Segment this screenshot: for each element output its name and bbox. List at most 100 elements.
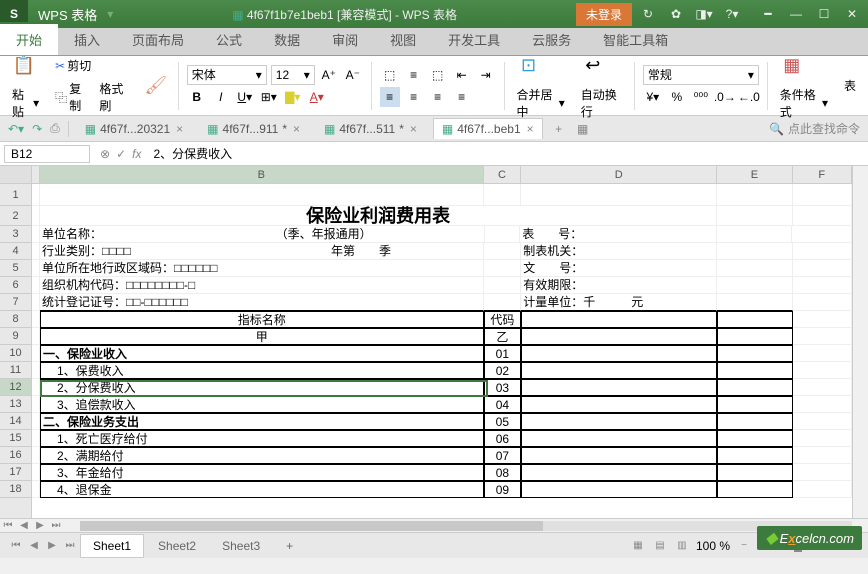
- scroll-right[interactable]: ▶: [32, 518, 48, 534]
- select-all-corner[interactable]: [0, 166, 31, 184]
- align-bot-button[interactable]: ⬚: [428, 65, 448, 85]
- tab-data[interactable]: 数据: [258, 24, 316, 55]
- doc-tab-1[interactable]: ▦4f67f...911 *×: [199, 119, 308, 139]
- sheet-nav-last[interactable]: ⏭: [62, 538, 78, 554]
- minimize-button[interactable]: —: [784, 4, 808, 24]
- tab-insert[interactable]: 插入: [58, 24, 116, 55]
- col-header[interactable]: C: [484, 166, 522, 183]
- fill-button[interactable]: ▇▾: [283, 87, 303, 107]
- row-header[interactable]: 3: [0, 226, 31, 243]
- fx-cancel[interactable]: ⊗: [100, 147, 110, 161]
- row-header[interactable]: 16: [0, 447, 31, 464]
- ribbon-min-icon[interactable]: ━: [756, 4, 780, 24]
- align-top-button[interactable]: ⬚: [380, 65, 400, 85]
- more-ribbon[interactable]: 表: [840, 75, 860, 96]
- col-header[interactable]: B: [40, 166, 484, 183]
- formula-input[interactable]: 2、分保费收入: [147, 145, 868, 162]
- row-header[interactable]: 6: [0, 277, 31, 294]
- row-header[interactable]: 17: [0, 464, 31, 481]
- settings-icon[interactable]: ✿: [664, 4, 688, 24]
- paste-button[interactable]: 粘贴▾: [8, 84, 43, 122]
- format-painter-button[interactable]: 格式刷: [95, 78, 133, 116]
- vertical-scrollbar[interactable]: [852, 166, 868, 518]
- size-select[interactable]: 12▾: [271, 65, 315, 85]
- quick-access-save[interactable]: ⎙: [50, 121, 60, 136]
- new-tab-button[interactable]: +: [551, 122, 567, 136]
- sheet-nav-first[interactable]: ⏮: [8, 538, 24, 554]
- fx-confirm[interactable]: ✓: [116, 147, 126, 161]
- tab-dev[interactable]: 开发工具: [432, 24, 516, 55]
- close-icon[interactable]: ×: [293, 122, 300, 136]
- number-format-select[interactable]: 常规▾: [643, 65, 759, 85]
- fx-button[interactable]: fx: [132, 147, 141, 161]
- row-header[interactable]: 5: [0, 260, 31, 277]
- currency-button[interactable]: ¥▾: [643, 87, 663, 107]
- border-button[interactable]: ⊞▾: [259, 87, 279, 107]
- merge-button[interactable]: 合并居中▾: [513, 84, 569, 122]
- align-left-button[interactable]: ≡: [380, 87, 400, 107]
- cut-button[interactable]: ✂剪切: [51, 55, 134, 76]
- col-header[interactable]: E: [717, 166, 792, 183]
- indent-inc-button[interactable]: ⇥: [476, 65, 496, 85]
- align-right-button[interactable]: ≡: [428, 87, 448, 107]
- sheet-add-button[interactable]: +: [274, 535, 305, 557]
- zoom-level[interactable]: 100 %: [696, 539, 730, 553]
- doc-tab-2[interactable]: ▦4f67f...511 *×: [316, 119, 425, 139]
- row-header[interactable]: 18: [0, 481, 31, 498]
- paste-icon[interactable]: 📋: [8, 50, 40, 82]
- col-header[interactable]: [32, 166, 40, 183]
- indent-dec-button[interactable]: ⇤: [452, 65, 472, 85]
- row-header[interactable]: 9: [0, 328, 31, 345]
- align-mid-button[interactable]: ≡: [404, 65, 424, 85]
- sheet-tab-0[interactable]: Sheet1: [80, 534, 144, 558]
- bold-button[interactable]: B: [187, 87, 207, 107]
- tab-view[interactable]: 视图: [374, 24, 432, 55]
- scroll-first[interactable]: ⏮: [0, 518, 16, 534]
- doc-tab-0[interactable]: ▦4f67f...20321×: [77, 119, 191, 139]
- close-icon[interactable]: ×: [410, 122, 417, 136]
- underline-button[interactable]: U▾: [235, 87, 255, 107]
- tab-layout[interactable]: 页面布局: [116, 24, 200, 55]
- comma-button[interactable]: ⁰⁰⁰: [691, 87, 711, 107]
- format-painter-icon[interactable]: 🖌: [142, 70, 170, 102]
- row-header[interactable]: 4: [0, 243, 31, 260]
- cond-fmt-icon[interactable]: ▦: [776, 50, 808, 82]
- sync-icon[interactable]: ↻: [636, 4, 660, 24]
- view-break-icon[interactable]: ▥: [674, 538, 690, 554]
- row-header[interactable]: 2: [0, 206, 31, 226]
- cells[interactable]: 保险业利润费用表 单位名称：（季、年报通用）表 号： 行业类别：□□□□年第 季…: [32, 184, 852, 498]
- dec-inc-button[interactable]: .0→: [715, 87, 735, 107]
- sheet-tab-2[interactable]: Sheet3: [210, 535, 272, 557]
- row-header[interactable]: 14: [0, 413, 31, 430]
- view-normal-icon[interactable]: ▦: [630, 538, 646, 554]
- sheet-tab-1[interactable]: Sheet2: [146, 535, 208, 557]
- view-page-icon[interactable]: ▤: [652, 538, 668, 554]
- copy-button[interactable]: ⿻复制: [51, 78, 91, 116]
- sheet-nav-prev[interactable]: ◀: [26, 538, 42, 554]
- login-button[interactable]: 未登录: [576, 3, 632, 26]
- close-icon[interactable]: ×: [527, 122, 534, 136]
- quick-access-redo[interactable]: ↷: [32, 122, 42, 136]
- skin-icon[interactable]: ◨▾: [692, 4, 716, 24]
- row-header[interactable]: 15: [0, 430, 31, 447]
- close-button[interactable]: ✕: [840, 4, 864, 24]
- quick-access-undo[interactable]: ↶▾: [8, 122, 24, 136]
- sheet-title[interactable]: 保险业利润费用表: [40, 206, 717, 226]
- merge-icon[interactable]: ⊡: [513, 50, 545, 82]
- font-color-button[interactable]: A▾: [307, 87, 327, 107]
- sheet-nav-next[interactable]: ▶: [44, 538, 60, 554]
- zoom-out-button[interactable]: −: [736, 538, 752, 554]
- inc-font-button[interactable]: A⁺: [319, 65, 339, 85]
- col-header[interactable]: D: [521, 166, 717, 183]
- align-just-button[interactable]: ≡: [452, 87, 472, 107]
- cond-fmt-button[interactable]: 条件格式▾: [776, 84, 832, 122]
- scroll-last[interactable]: ⏭: [48, 518, 64, 534]
- search-command[interactable]: 🔍点此查找命令: [769, 120, 860, 137]
- row-header[interactable]: 8: [0, 311, 31, 328]
- font-select[interactable]: 宋体▾: [187, 65, 267, 85]
- italic-button[interactable]: I: [211, 87, 231, 107]
- row-header[interactable]: 1: [0, 184, 31, 206]
- horizontal-scrollbar[interactable]: [80, 521, 852, 531]
- tab-formula[interactable]: 公式: [200, 24, 258, 55]
- col-header[interactable]: F: [793, 166, 852, 183]
